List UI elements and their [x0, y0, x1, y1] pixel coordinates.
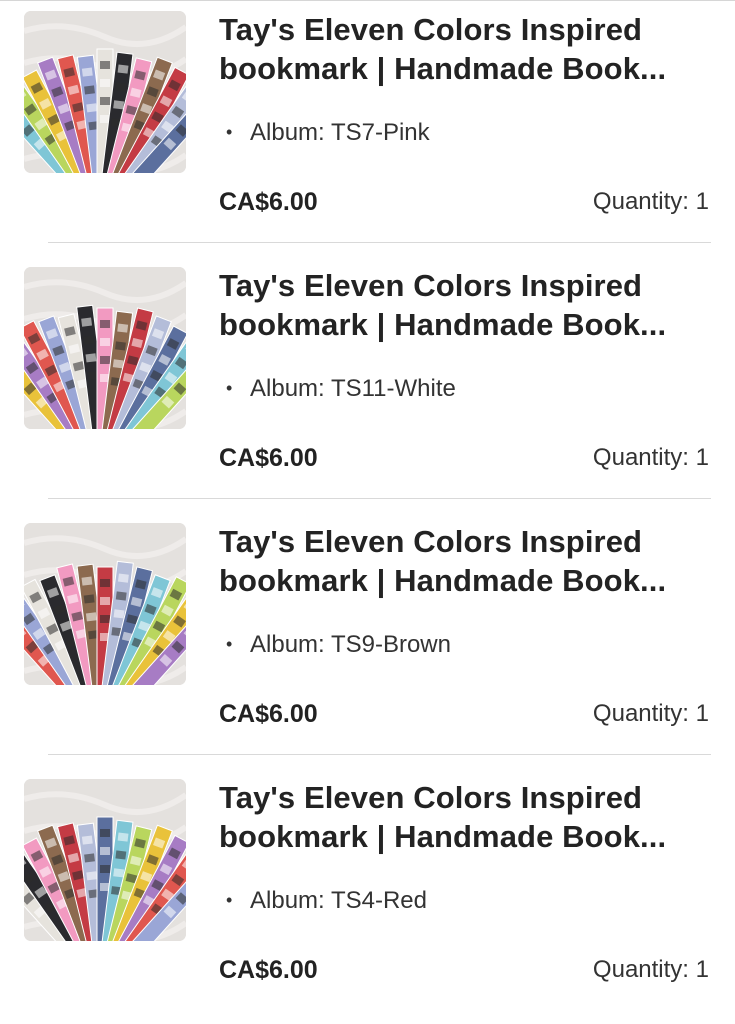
product-title-line-1: Tay's Eleven Colors Inspired — [219, 778, 719, 817]
quantity-text: Quantity: 1 — [593, 186, 709, 218]
variation-row: •Album: TS11-White — [226, 373, 456, 404]
product-title-line-1: Tay's Eleven Colors Inspired — [219, 10, 719, 49]
bookmark-fan-image — [24, 11, 186, 173]
variation-label: Album: — [250, 375, 325, 402]
order-item: Tay's Eleven Colors Inspired bookmark | … — [0, 0, 735, 256]
product-thumbnail[interactable] — [24, 267, 186, 429]
product-thumbnail[interactable] — [24, 11, 186, 173]
product-title-line-2: bookmark | Handmade Book... — [219, 817, 719, 856]
bookmark-fan-image — [24, 523, 186, 685]
item-divider — [48, 754, 711, 755]
item-divider — [48, 498, 711, 499]
variation-value: TS11-White — [331, 375, 456, 402]
item-price: CA$6.00 — [219, 698, 318, 730]
product-title-line-1: Tay's Eleven Colors Inspired — [219, 522, 719, 561]
order-item: Tay's Eleven Colors Inspired bookmark | … — [0, 512, 735, 768]
order-item-list: Tay's Eleven Colors Inspired bookmark | … — [0, 0, 735, 1024]
quantity-label: Quantity: — [593, 188, 689, 215]
product-thumbnail[interactable] — [24, 523, 186, 685]
product-title-line-2: bookmark | Handmade Book... — [219, 49, 719, 88]
quantity-text: Quantity: 1 — [593, 442, 709, 474]
quantity-text: Quantity: 1 — [593, 954, 709, 986]
order-item: Tay's Eleven Colors Inspired bookmark | … — [0, 768, 735, 1024]
bullet-icon: • — [226, 117, 250, 147]
variation-row: •Album: TS9-Brown — [226, 629, 451, 660]
variation-row: •Album: TS4-Red — [226, 885, 427, 916]
order-item: Tay's Eleven Colors Inspired bookmark | … — [0, 256, 735, 512]
variation-value: TS7-Pink — [331, 119, 430, 146]
product-thumbnail[interactable] — [24, 779, 186, 941]
product-title[interactable]: Tay's Eleven Colors Inspired bookmark | … — [219, 778, 719, 856]
item-price: CA$6.00 — [219, 954, 318, 986]
item-price: CA$6.00 — [219, 186, 318, 218]
quantity-label: Quantity: — [593, 444, 689, 471]
bullet-icon: • — [226, 629, 250, 659]
product-title-line-2: bookmark | Handmade Book... — [219, 305, 719, 344]
variation-label: Album: — [250, 631, 325, 658]
product-title-line-2: bookmark | Handmade Book... — [219, 561, 719, 600]
bookmark-fan-image — [24, 779, 186, 941]
product-title[interactable]: Tay's Eleven Colors Inspired bookmark | … — [219, 266, 719, 344]
quantity-label: Quantity: — [593, 956, 689, 983]
product-title-line-1: Tay's Eleven Colors Inspired — [219, 266, 719, 305]
product-title[interactable]: Tay's Eleven Colors Inspired bookmark | … — [219, 10, 719, 88]
item-price: CA$6.00 — [219, 442, 318, 474]
bullet-icon: • — [226, 373, 250, 403]
bookmark-fan-image — [24, 267, 186, 429]
bullet-icon: • — [226, 885, 250, 915]
variation-value: TS9-Brown — [331, 631, 451, 658]
item-divider — [48, 242, 711, 243]
product-title[interactable]: Tay's Eleven Colors Inspired bookmark | … — [219, 522, 719, 600]
quantity-value: 1 — [696, 444, 709, 471]
quantity-value: 1 — [696, 700, 709, 727]
variation-label: Album: — [250, 119, 325, 146]
variation-row: •Album: TS7-Pink — [226, 117, 430, 148]
quantity-value: 1 — [696, 188, 709, 215]
quantity-text: Quantity: 1 — [593, 698, 709, 730]
variation-value: TS4-Red — [331, 887, 427, 914]
quantity-value: 1 — [696, 956, 709, 983]
quantity-label: Quantity: — [593, 700, 689, 727]
variation-label: Album: — [250, 887, 325, 914]
